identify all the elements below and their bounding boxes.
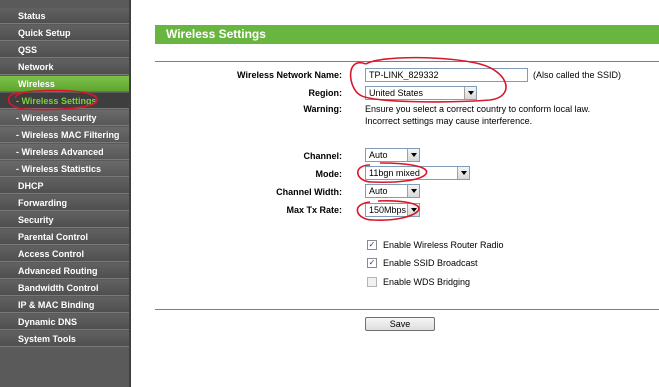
channel-width-label: Channel Width: <box>276 187 342 197</box>
region-value: United States <box>369 88 424 98</box>
sidebar-item-access-control[interactable]: Access Control <box>0 246 129 262</box>
sidebar-item-system-tools[interactable]: System Tools <box>0 331 129 347</box>
sidebar-item-status[interactable]: Status <box>0 8 129 24</box>
sidebar-item-wireless-statistics[interactable]: - Wireless Statistics <box>0 161 129 177</box>
enable-ssid-broadcast-label: Enable SSID Broadcast <box>383 258 478 268</box>
warning-text-line2: Incorrect settings may cause interferenc… <box>365 116 533 126</box>
max-tx-rate-value: 150Mbps <box>369 205 407 215</box>
sidebar-item-security[interactable]: Security <box>0 212 129 228</box>
sidebar-item-ip-mac-binding[interactable]: IP & MAC Binding <box>0 297 129 313</box>
sidebar-item-bandwidth-control[interactable]: Bandwidth Control <box>0 280 129 296</box>
channel-select[interactable]: Auto <box>365 148 420 162</box>
max-tx-rate-select[interactable]: 150Mbps <box>365 203 420 217</box>
region-select[interactable]: United States <box>365 86 477 100</box>
ssid-input[interactable] <box>365 68 528 82</box>
warning-text-line1: Ensure you select a correct country to c… <box>365 104 591 114</box>
sidebar-item-parental-control[interactable]: Parental Control <box>0 229 129 245</box>
enable-wds-bridging-checkbox[interactable] <box>367 277 377 287</box>
sidebar-item-network[interactable]: Network <box>0 59 129 75</box>
chevron-down-icon <box>407 204 419 216</box>
mode-select[interactable]: 11bgn mixed <box>365 166 470 180</box>
chevron-down-icon <box>407 185 419 197</box>
channel-label: Channel: <box>303 151 342 161</box>
sidebar-item-dynamic-dns[interactable]: Dynamic DNS <box>0 314 129 330</box>
sidebar-item-wireless-security[interactable]: - Wireless Security <box>0 110 129 126</box>
mode-value: 11bgn mixed <box>369 168 420 178</box>
enable-radio-checkbox[interactable]: ✓ <box>367 240 377 250</box>
warning-label: Warning: <box>303 104 342 114</box>
bottom-divider <box>155 309 659 310</box>
chevron-down-icon <box>407 149 419 161</box>
sidebar-item-wireless-mac-filtering[interactable]: - Wireless MAC Filtering <box>0 127 129 143</box>
max-tx-rate-label: Max Tx Rate: <box>286 205 342 215</box>
sidebar-item-wireless-advanced[interactable]: - Wireless Advanced <box>0 144 129 160</box>
region-label: Region: <box>308 88 343 98</box>
save-button[interactable]: Save <box>365 317 435 331</box>
channel-value: Auto <box>369 150 388 160</box>
ssid-label: Wireless Network Name: <box>237 70 342 80</box>
channel-width-select[interactable]: Auto <box>365 184 420 198</box>
sidebar-item-advanced-routing[interactable]: Advanced Routing <box>0 263 129 279</box>
sidebar-item-qss[interactable]: QSS <box>0 42 129 58</box>
ssid-hint: (Also called the SSID) <box>533 70 622 80</box>
chevron-down-icon <box>464 87 476 99</box>
sidebar-menu: Status Quick Setup QSS Network Wireless … <box>0 0 131 387</box>
sidebar-item-forwarding[interactable]: Forwarding <box>0 195 129 211</box>
sidebar-item-wireless[interactable]: Wireless <box>0 76 129 92</box>
sidebar-item-quick-setup[interactable]: Quick Setup <box>0 25 129 41</box>
sidebar-item-dhcp[interactable]: DHCP <box>0 178 129 194</box>
sidebar-item-wireless-settings[interactable]: - Wireless Settings <box>0 93 129 109</box>
top-divider <box>155 61 659 62</box>
mode-label: Mode: <box>315 169 343 179</box>
chevron-down-icon <box>457 167 469 179</box>
enable-wds-bridging-label: Enable WDS Bridging <box>383 277 471 287</box>
channel-width-value: Auto <box>369 186 388 196</box>
enable-radio-label: Enable Wireless Router Radio <box>383 240 504 250</box>
page-title: Wireless Settings <box>155 25 659 44</box>
enable-ssid-broadcast-checkbox[interactable]: ✓ <box>367 258 377 268</box>
